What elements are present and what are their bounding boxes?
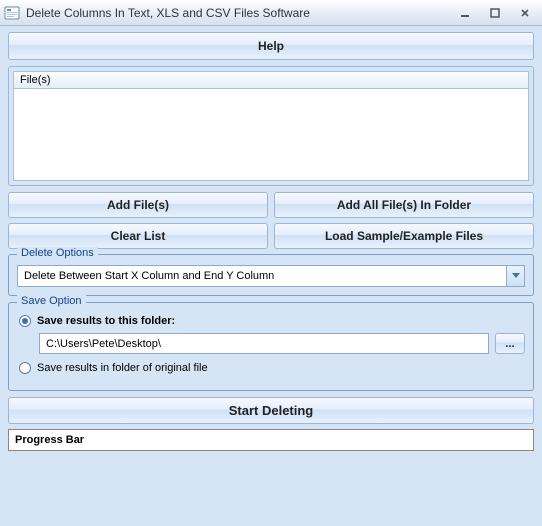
browse-folder-button[interactable]: ... bbox=[495, 333, 525, 354]
save-to-folder-radio-row[interactable]: Save results to this folder: bbox=[19, 315, 525, 327]
load-sample-button[interactable]: Load Sample/Example Files bbox=[274, 223, 534, 249]
save-in-original-radio-row[interactable]: Save results in folder of original file bbox=[19, 362, 525, 374]
add-files-label: Add File(s) bbox=[107, 198, 169, 212]
delete-options-combo[interactable]: Delete Between Start X Column and End Y … bbox=[17, 265, 525, 287]
chevron-down-icon[interactable] bbox=[506, 266, 524, 286]
radio-icon bbox=[19, 315, 31, 327]
minimize-button[interactable] bbox=[452, 5, 478, 21]
start-deleting-label: Start Deleting bbox=[229, 403, 314, 418]
files-listbox[interactable] bbox=[13, 89, 529, 181]
radio-icon bbox=[19, 362, 31, 374]
clear-list-label: Clear List bbox=[111, 229, 166, 243]
add-files-button[interactable]: Add File(s) bbox=[8, 192, 268, 218]
delete-options-legend: Delete Options bbox=[17, 247, 98, 259]
delete-options-selected: Delete Between Start X Column and End Y … bbox=[18, 266, 506, 286]
files-column-header[interactable]: File(s) bbox=[13, 71, 529, 89]
files-header-label: File(s) bbox=[20, 74, 51, 86]
clear-list-button[interactable]: Clear List bbox=[8, 223, 268, 249]
window-title: Delete Columns In Text, XLS and CSV File… bbox=[26, 6, 452, 20]
help-button[interactable]: Help bbox=[8, 32, 534, 60]
load-sample-label: Load Sample/Example Files bbox=[325, 229, 483, 243]
browse-folder-label: ... bbox=[505, 338, 514, 350]
help-button-label: Help bbox=[258, 39, 284, 53]
files-panel: File(s) bbox=[8, 66, 534, 186]
maximize-button[interactable] bbox=[482, 5, 508, 21]
progress-bar: Progress Bar bbox=[8, 429, 534, 451]
save-folder-path-value: C:\Users\Pete\Desktop\ bbox=[46, 338, 161, 350]
app-icon bbox=[4, 5, 20, 21]
add-all-in-folder-button[interactable]: Add All File(s) In Folder bbox=[274, 192, 534, 218]
save-in-original-label: Save results in folder of original file bbox=[37, 362, 208, 374]
progress-bar-label: Progress Bar bbox=[15, 434, 84, 446]
delete-options-group: Delete Options Delete Between Start X Co… bbox=[8, 254, 534, 296]
titlebar: Delete Columns In Text, XLS and CSV File… bbox=[0, 0, 542, 26]
add-all-in-folder-label: Add All File(s) In Folder bbox=[337, 198, 471, 212]
save-option-group: Save Option Save results to this folder:… bbox=[8, 302, 534, 391]
save-to-folder-label: Save results to this folder: bbox=[37, 315, 175, 327]
save-folder-path-input[interactable]: C:\Users\Pete\Desktop\ bbox=[39, 333, 489, 354]
close-button[interactable] bbox=[512, 5, 538, 21]
save-option-legend: Save Option bbox=[17, 295, 86, 307]
start-deleting-button[interactable]: Start Deleting bbox=[8, 397, 534, 424]
